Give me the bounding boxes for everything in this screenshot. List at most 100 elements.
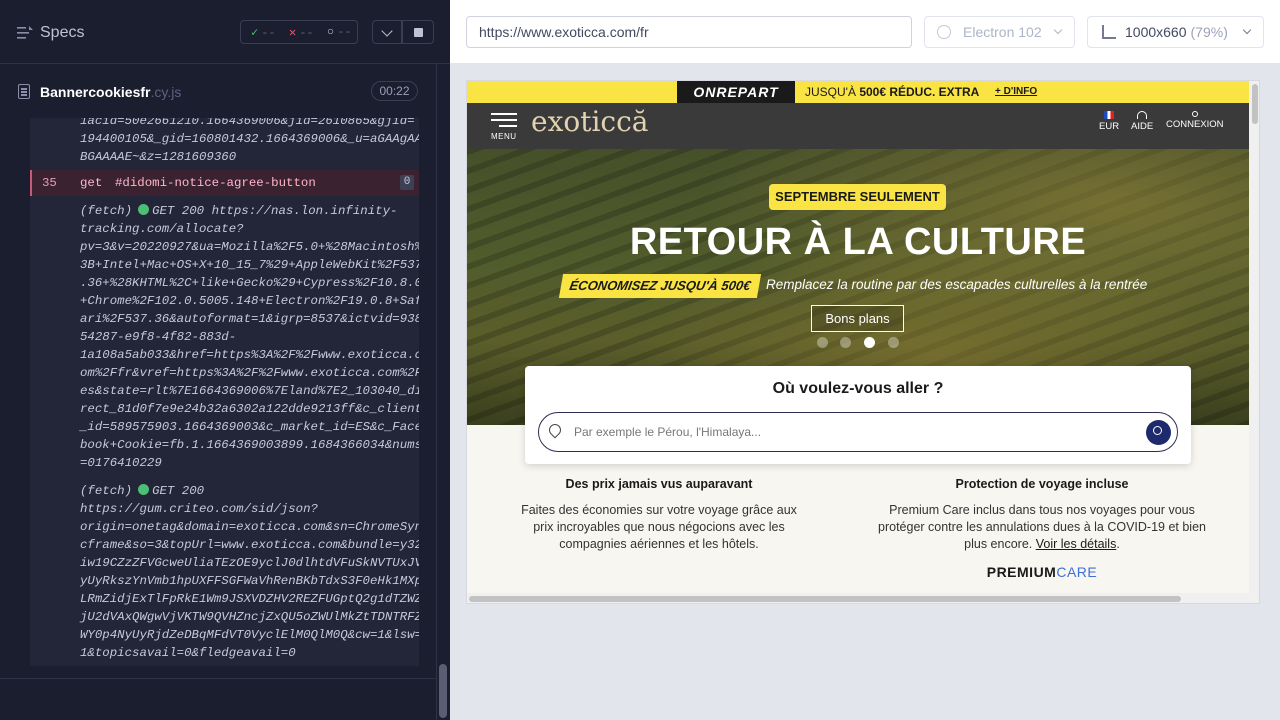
chevron-down-icon [1053, 25, 1063, 35]
chevron-down-icon [1242, 25, 1252, 35]
browser-label: Electron 102 [963, 24, 1042, 40]
pending-count: -- [337, 25, 352, 39]
location-pin-icon [546, 421, 564, 439]
viewport-scale: (79%) [1190, 24, 1228, 40]
carousel-dot[interactable] [817, 337, 828, 348]
spec-file-ext: .cy.js [150, 84, 182, 100]
chevron-down-icon [381, 25, 393, 37]
premium-care-logo: PREMIUMCARE [887, 564, 1197, 580]
page-horizontal-scrollbar-thumb[interactable] [469, 596, 1181, 602]
spec-file-name: Bannercookiesfr.cy.js [40, 84, 181, 100]
fetch-label: (fetch) [80, 204, 133, 218]
log-scrollbar-thumb[interactable] [439, 664, 447, 718]
viewport-size: 1000x660 (79%) [1125, 17, 1228, 47]
deals-button[interactable]: Bons plans [811, 305, 904, 332]
promo-info-link[interactable]: + D'INFO [995, 86, 1037, 97]
currency-label: EUR [1099, 121, 1120, 132]
failed-stat: ✕ -- [289, 25, 314, 40]
command-selector: #didomi-notice-agree-button [115, 176, 316, 190]
cross-icon: ✕ [289, 26, 297, 40]
log-scrollbar[interactable] [436, 64, 450, 720]
fetch-status: GET 200 [152, 204, 205, 218]
fetch-status: GET 200 [152, 484, 205, 498]
currency-selector[interactable]: EUR [1099, 111, 1119, 132]
carousel-dot[interactable] [888, 337, 899, 348]
flag-fr-icon [1104, 111, 1115, 119]
electron-icon [937, 25, 951, 39]
premium-care-part2: CARE [1056, 564, 1098, 580]
help-link[interactable]: AIDE [1131, 111, 1153, 132]
spec-file-row[interactable]: Bannercookiesfr.cy.js 00:22 [0, 74, 436, 110]
help-label: AIDE [1131, 121, 1154, 132]
premium-care-part1: PREMIUM [986, 564, 1057, 580]
document-icon [18, 84, 30, 99]
feature-body: Premium Care inclus dans tous nos voyage… [872, 502, 1212, 553]
promo-text-prefix: JUSQU'À [805, 85, 860, 99]
search-title: Où voulez-vous aller ? [772, 380, 944, 397]
destination-search-input[interactable]: Par exemple le Pérou, l'Himalaya... [538, 412, 1178, 452]
page-vertical-scrollbar-thumb[interactable] [1252, 84, 1258, 124]
menu-button[interactable]: MENU [491, 113, 519, 143]
login-link[interactable]: CONNEXION [1166, 111, 1224, 130]
failed-count: -- [299, 26, 314, 40]
log-text: 1acid=50e2661210.1664369006&jid=2610865&… [80, 118, 419, 164]
passed-stat: ✓ -- [251, 25, 276, 40]
fetch-url: https://nas.lon.infinity- [211, 204, 398, 218]
search-button[interactable] [1146, 420, 1171, 445]
specs-list-icon[interactable] [17, 26, 33, 40]
test-stats: ✓ -- ✕ -- ○ -- [240, 20, 358, 44]
feature-title: Protection de voyage incluse [955, 477, 1129, 491]
search-placeholder: Par exemple le Pérou, l'Himalaya... [574, 425, 762, 439]
stop-button[interactable] [402, 20, 434, 44]
fetch-label: (fetch) [80, 484, 133, 498]
page-vertical-scrollbar[interactable] [1249, 81, 1259, 603]
user-icon [1191, 111, 1198, 117]
feature-title: Des prix jamais vus auparavant [565, 477, 753, 491]
promo-text-bold: 500€ RÉDUC. EXTRA [859, 85, 980, 99]
aut-header: https://www.exoticca.com/fr Electron 102… [450, 0, 1280, 64]
viewport-info[interactable]: 1000x660 (79%) [1087, 16, 1264, 48]
specs-title[interactable]: Specs [40, 24, 84, 42]
fetch-log-entry[interactable]: (fetch) GET 200 https://nas.lon.infinity-… [80, 202, 419, 472]
promo-banner[interactable]: ONREPART JUSQU'À 500€ RÉDUC. EXTRA + D'I… [467, 81, 1249, 103]
carousel-dot[interactable] [840, 337, 851, 348]
hero-discount-tag: ÉCONOMISEZ JUSQU'À 500€ [558, 274, 762, 298]
status-dot-icon [138, 484, 150, 495]
spec-duration: 00:22 [371, 81, 418, 101]
specs-header: Specs ✓ -- ✕ -- ○ -- [0, 0, 450, 64]
browser-selector[interactable]: Electron 102 [924, 16, 1075, 48]
url-bar[interactable]: https://www.exoticca.com/fr [466, 16, 912, 48]
pending-stat: ○ -- [327, 25, 352, 39]
promo-text: JUSQU'À 500€ RÉDUC. EXTRA [805, 85, 979, 99]
site-logo[interactable]: exoticcă [531, 105, 648, 138]
command-row-get[interactable]: 35 get #didomi-notice-agree-button 0 [30, 170, 419, 196]
search-card: Où voulez-vous aller ? Par exemple le Pé… [525, 366, 1191, 464]
promo-brand: ONREPART [677, 81, 795, 103]
fetch-log-entry[interactable]: (fetch) GET 200 https://gum.criteo.com/si… [80, 482, 419, 662]
spec-file-basename: Bannercookiesfr [40, 84, 151, 100]
aut-iframe: ONREPART JUSQU'À 500€ RÉDUC. EXTRA + D'I… [466, 80, 1260, 604]
hero-badge: SEPTEMBRE SEULEMENT [769, 184, 946, 210]
command-log: 1acid=50e2661210.1664369006&jid=2610865&… [30, 118, 419, 666]
status-dot-icon [138, 204, 150, 215]
headset-icon [1137, 111, 1148, 119]
toggle-auto-scroll-button[interactable] [372, 20, 402, 44]
see-details-link[interactable]: Voir les détails [1036, 537, 1117, 551]
fetch-url-rest: https://gum.criteo.com/sid/json? origin=… [80, 502, 419, 660]
fetch-url-rest: tracking.com/allocate? pv=3&v=20220927&u… [80, 222, 419, 470]
viewport-dimensions: 1000x660 [1125, 24, 1187, 40]
pending-icon: ○ [327, 25, 335, 39]
feature-body-end: . [1116, 537, 1120, 551]
check-icon: ✓ [251, 26, 259, 40]
search-icon [1153, 426, 1162, 435]
hero-subtitle: Remplacez la routine par des escapades c… [766, 277, 1148, 292]
element-count-badge: 0 [400, 175, 414, 190]
carousel-dot-active[interactable] [864, 337, 875, 348]
login-label: CONNEXION [1166, 119, 1224, 130]
site-navbar: MENU exoticcă EUR AIDE CONNEXION [467, 103, 1249, 149]
stop-icon [414, 28, 423, 37]
passed-count: -- [261, 26, 276, 40]
command-log-panel: Specs ✓ -- ✕ -- ○ -- Bannercookiesfr.cy.js … [0, 0, 450, 720]
divider [0, 678, 436, 679]
ruler-icon [1102, 25, 1116, 39]
